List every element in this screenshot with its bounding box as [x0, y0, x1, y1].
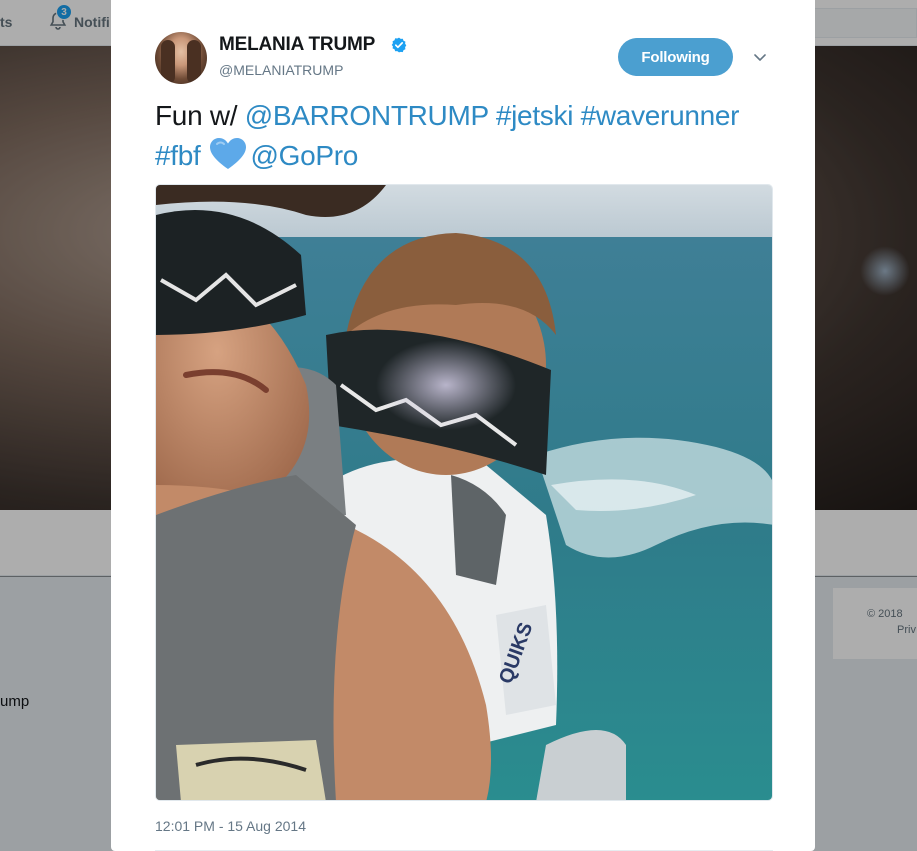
following-button[interactable]: Following [618, 38, 733, 76]
mention-link-gopro[interactable]: @GoPro [251, 140, 359, 171]
tweet-text-prefix: Fun w/ [155, 100, 245, 131]
screen-name[interactable]: @MELANIATRUMP [219, 62, 343, 78]
photo-illustration: QUIKS [156, 185, 772, 800]
display-name[interactable]: MELANIA TRUMP [219, 34, 375, 56]
blue-heart-icon [209, 138, 246, 169]
hashtag-link-waverunner[interactable]: #waverunner [581, 100, 740, 131]
tweet-text: Fun w/ @BARRONTRUMP #jetski #waverunner … [155, 96, 775, 176]
avatar-hair-right [187, 40, 201, 84]
tweet-timestamp[interactable]: 12:01 PM - 15 Aug 2014 [155, 818, 306, 834]
chevron-down-icon[interactable] [752, 49, 768, 65]
verified-badge-icon [391, 37, 407, 53]
avatar[interactable] [155, 32, 207, 84]
mention-link-barron[interactable]: @BARRONTRUMP [245, 100, 489, 131]
hashtag-link-fbf[interactable]: #fbf [155, 140, 201, 171]
tweet-modal: MELANIA TRUMP @MELANIATRUMP Following Fu… [111, 0, 815, 851]
hashtag-link-jetski[interactable]: #jetski [496, 100, 574, 131]
avatar-hair-left [161, 40, 175, 84]
tweet-photo[interactable]: QUIKS [155, 184, 773, 801]
